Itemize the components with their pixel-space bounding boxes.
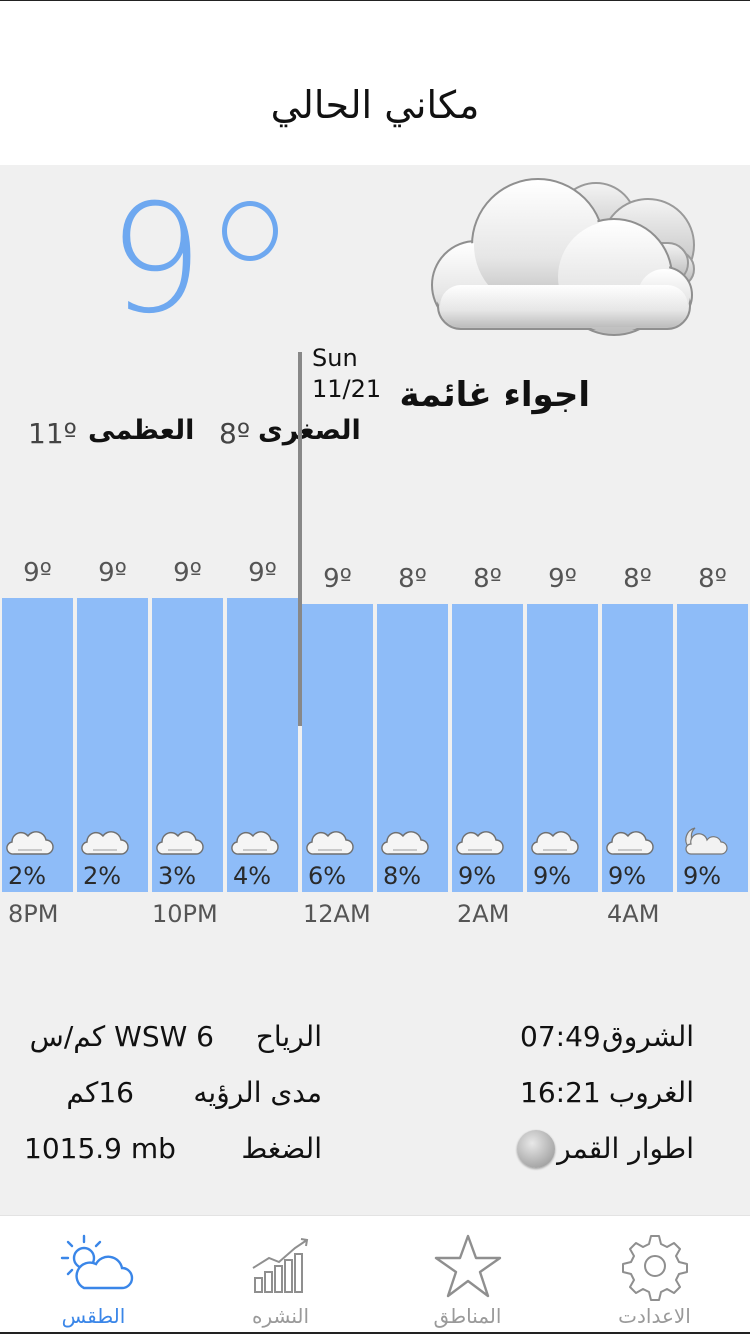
hourly-precip: 9% [533, 862, 572, 890]
hourly-precip: 9% [458, 862, 497, 890]
hourly-precip: 2% [83, 862, 122, 890]
pressure-value: 1015.9 mb [24, 1132, 176, 1165]
hourly-bar: 2% [2, 598, 73, 892]
tab-bulletin[interactable]: النشره [187, 1216, 374, 1335]
day-marker: Sun 11/21 [312, 343, 381, 405]
time-label: 10PM [152, 900, 218, 928]
sunrise-value: 07:49 [520, 1020, 601, 1053]
tab-regions-label: المناطق [433, 1304, 502, 1328]
tab-bar: الطقس النشره المناطق الاعدادت [0, 1215, 750, 1335]
hourly-precip: 3% [158, 862, 197, 890]
header: مكاني الحالي [0, 1, 750, 165]
hourly-precip: 6% [308, 862, 347, 890]
chart-icon [251, 1238, 308, 1293]
time-label: 4AM [607, 900, 660, 928]
day-marker-day: Sun [312, 344, 358, 372]
hourly-column[interactable]: 8º 8% [377, 340, 448, 892]
current-temperature: 9 [108, 173, 204, 347]
time-label: 2AM [457, 900, 510, 928]
hourly-column[interactable]: 8º 9% [452, 340, 523, 892]
cloud-icon [456, 831, 504, 855]
tab-settings[interactable]: الاعدادت [561, 1216, 748, 1335]
hourly-temp: 8º [473, 564, 502, 594]
visibility-label: مدى الرؤيه [193, 1076, 322, 1109]
hourly-bar: 4% [227, 598, 298, 892]
tab-bulletin-label: النشره [251, 1304, 310, 1328]
hourly-temp: 9º [548, 564, 577, 594]
hourly-temp: 8º [398, 564, 427, 594]
hourly-temp: 9º [98, 558, 127, 588]
cloud-icon [81, 831, 129, 855]
moon-phase-label: اطوار القمر [557, 1132, 694, 1165]
sunset-label: الغروب [608, 1076, 694, 1109]
tab-settings-label: الاعدادت [618, 1304, 691, 1328]
cloud-moon-icon [685, 827, 728, 855]
hourly-column[interactable]: 9º 9% [527, 340, 598, 892]
page-title: مكاني الحالي [270, 83, 480, 127]
day-divider [298, 352, 302, 726]
time-label: 12AM [303, 900, 371, 928]
hourly-precip: 9% [608, 862, 647, 890]
day-marker-date: 11/21 [312, 375, 382, 403]
hourly-temp: 8º [698, 564, 727, 594]
tab-weather[interactable]: الطقس [0, 1216, 187, 1335]
sunrise-label: الشروق [602, 1020, 694, 1053]
hourly-bar: 9% [677, 604, 748, 892]
sunset-value: 16:21 [520, 1076, 601, 1109]
hourly-bar: 3% [152, 598, 223, 892]
hourly-temp: 9º [248, 558, 277, 588]
hourly-temp: 8º [623, 564, 652, 594]
cloud-icon [231, 831, 279, 855]
hourly-column[interactable]: 9º 2% [2, 340, 73, 892]
hourly-column[interactable]: 9º 3% [152, 340, 223, 892]
cloud-icon [531, 831, 579, 855]
hourly-column[interactable]: 9º 6% [302, 340, 373, 892]
hourly-bar: 9% [602, 604, 673, 892]
hourly-temp: 9º [323, 564, 352, 594]
hourly-precip: 9% [683, 862, 722, 890]
hourly-column[interactable]: 9º 2% [77, 340, 148, 892]
tab-weather-label: الطقس [61, 1304, 126, 1328]
hourly-temp: 9º [23, 558, 52, 588]
hourly-column[interactable]: 8º 9% [602, 340, 673, 892]
cloud-icon [381, 831, 429, 855]
tab-regions[interactable]: المناطق [374, 1216, 561, 1335]
hourly-bar: 9% [452, 604, 523, 892]
hourly-bar: 6% [302, 604, 373, 892]
cloud-icon [6, 831, 54, 855]
cloudy-icon [431, 178, 695, 336]
wind-value: WSW 6 كم/س [29, 1020, 214, 1053]
star-icon [434, 1234, 501, 1298]
time-label: 8PM [8, 900, 59, 928]
cloud-icon [306, 831, 354, 855]
hourly-precip: 2% [8, 862, 47, 890]
hourly-forecast-chart[interactable]: 9º 2% 9º 2% 9º 3% 9º 4% 9º 6% 8º 8% 8º 9% 9º 9% 8º 9% 8º 9% [0, 340, 750, 892]
hourly-bar: 8% [377, 604, 448, 892]
hourly-temp: 9º [173, 558, 202, 588]
hourly-precip: 8% [383, 862, 422, 890]
visibility-value: 16كم [66, 1076, 134, 1109]
pressure-label: الضغط [241, 1132, 322, 1165]
hourly-precip: 4% [233, 862, 272, 890]
hourly-column[interactable]: 8º 9% [677, 340, 748, 892]
hourly-bar: 9% [527, 604, 598, 892]
degree-symbol [222, 201, 278, 261]
hourly-column[interactable]: 9º 4% [227, 340, 298, 892]
moon-phase-icon[interactable] [517, 1130, 555, 1168]
hourly-bar: 2% [77, 598, 148, 892]
gear-icon [621, 1235, 688, 1301]
cloud-icon [606, 831, 654, 855]
cloud-icon [156, 831, 204, 855]
wind-label: الرياح [255, 1020, 322, 1053]
weather-icon [60, 1234, 133, 1290]
